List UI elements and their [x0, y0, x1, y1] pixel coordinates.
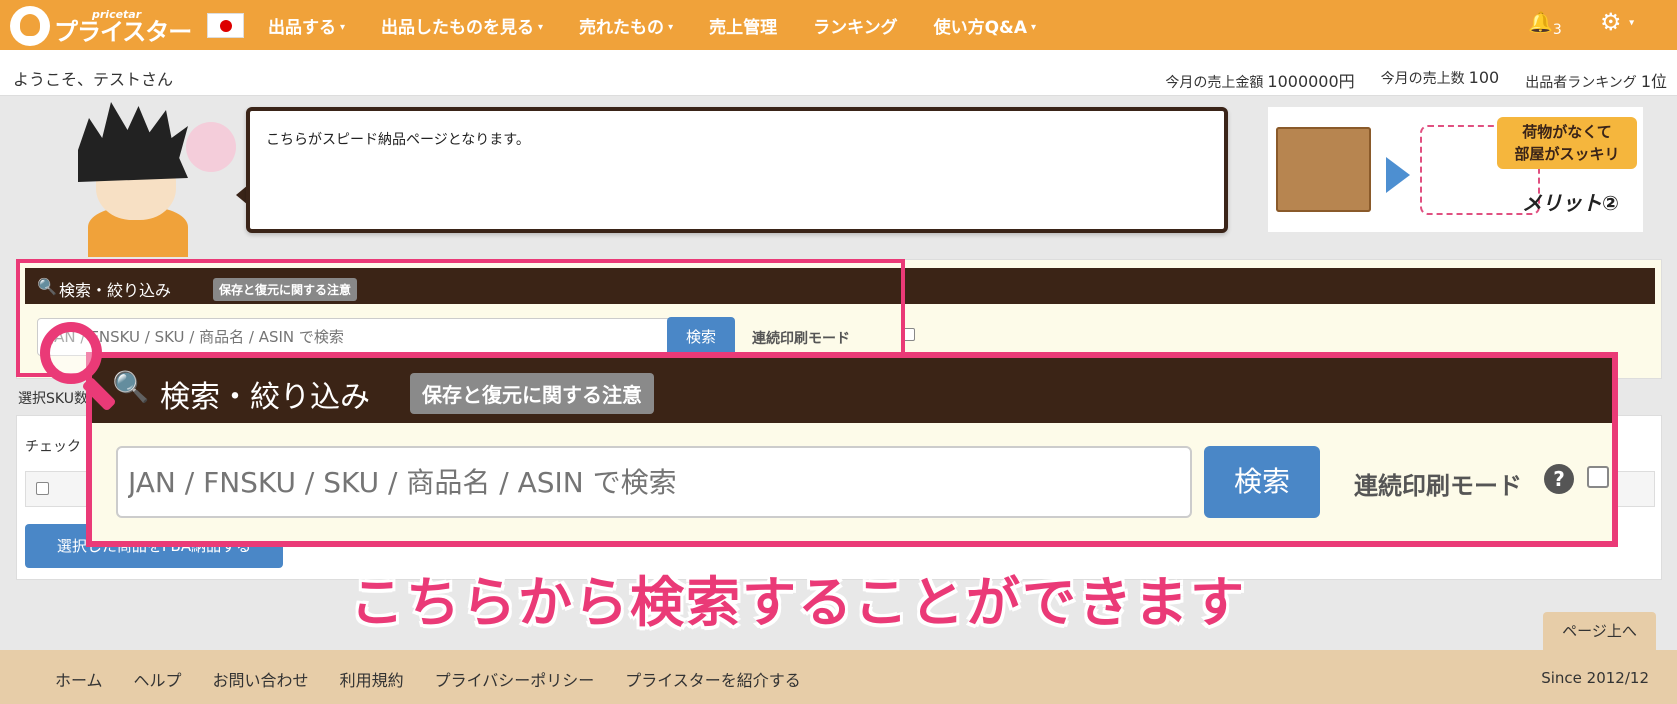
mascot-illustration [58, 102, 238, 257]
bell-icon: 🔔 [1528, 10, 1553, 34]
nav-item-ranking[interactable]: ランキング [813, 13, 898, 38]
help-icon: ? [1544, 464, 1574, 494]
mascot-hair [78, 102, 188, 182]
nav-item-view-listings[interactable]: 出品したものを見る ▾ [381, 13, 543, 38]
zoom-search-button: 検索 [1204, 446, 1320, 518]
instruction-caption: こちらから検索することができます [350, 571, 1246, 634]
nav-item-sales[interactable]: 売上管理 [709, 13, 777, 38]
cardboard-boxes-icon [1276, 127, 1371, 212]
check-label: チェック [25, 439, 81, 455]
banner-merit-label: メリット② [1522, 191, 1619, 215]
japan-flag-icon[interactable] [207, 13, 244, 38]
pricetar-logo[interactable]: pricetar プライスター [10, 4, 196, 48]
notification-count: 3 [1552, 22, 1562, 38]
zoom-badge: 保存と復元に関する注意 [410, 373, 654, 414]
speech-bubble: こちらがスピード納品ページとなります。 [246, 107, 1228, 233]
chevron-down-icon: ▾ [538, 22, 544, 33]
zoomed-search-callout: 🔍 検索・絞り込み 保存と復元に関する注意 検索 連続印刷モード ? [86, 352, 1618, 547]
arrow-right-icon [1386, 157, 1410, 193]
seller-ranking: 出品者ランキング 1位 [1525, 72, 1667, 91]
monthly-sales-count: 今月の売上数 100 [1380, 68, 1500, 87]
settings-menu[interactable]: ⚙ ▾ [1600, 8, 1634, 36]
chevron-down-icon: ▾ [668, 22, 674, 33]
nav-menu: 出品する ▾ 出品したものを見る ▾ 売れたもの ▾ 売上管理 ランキング 使い方Q&… [268, 0, 1072, 50]
merit-banner[interactable]: 荷物がなくて 部屋がスッキリ メリット② [1268, 107, 1643, 232]
monthly-sales-amount: 今月の売上金額 1000000円 [1165, 72, 1355, 91]
nav-item-listing[interactable]: 出品する ▾ [268, 13, 345, 38]
footer-link-help[interactable]: ヘルプ [134, 667, 182, 691]
footer-link-terms[interactable]: 利用規約 [340, 667, 404, 691]
zoom-title: 検索・絞り込み [160, 380, 370, 415]
page-top-button[interactable]: ページ上へ [1543, 612, 1656, 650]
zoom-header: 🔍 検索・絞り込み 保存と復元に関する注意 [92, 358, 1612, 423]
speech-bubble-text: こちらがスピード納品ページとなります。 [266, 132, 530, 148]
logo-mascot-icon [10, 6, 50, 46]
footer-since: Since 2012/12 [1541, 669, 1649, 687]
chevron-down-icon: ▾ [1629, 17, 1635, 29]
zoom-checkbox [1587, 466, 1609, 488]
flower-decoration [186, 122, 236, 172]
footer-link-refer[interactable]: プライスターを紹介する [625, 667, 801, 691]
footer-links: ホーム ヘルプ お問い合わせ 利用規約 プライバシーポリシー プライスターを紹介… [55, 667, 832, 691]
footer-link-privacy[interactable]: プライバシーポリシー [435, 667, 595, 691]
welcome-bar: ようこそ、テストさん 今月の売上金額 1000000円 今月の売上数 100 出品者… [0, 50, 1677, 96]
chevron-down-icon: ▾ [1031, 22, 1037, 33]
top-navbar: pricetar プライスター 出品する ▾ 出品したものを見る ▾ 売れたもの ▾ … [0, 0, 1677, 50]
stats-summary: 今月の売上金額 1000000円 今月の売上数 100 出品者ランキング 1位 [1139, 68, 1667, 92]
footer: ホーム ヘルプ お問い合わせ 利用規約 プライバシーポリシー プライスターを紹介… [0, 650, 1677, 704]
footer-link-home[interactable]: ホーム [55, 667, 103, 691]
zoom-search-input [116, 446, 1192, 518]
notification-bell[interactable]: 🔔3 [1528, 10, 1562, 38]
chevron-down-icon: ▾ [340, 22, 346, 33]
logo-big-text: プライスター [54, 17, 192, 46]
footer-link-contact[interactable]: お問い合わせ [213, 667, 309, 691]
welcome-greeting: ようこそ、テストさん [13, 70, 174, 89]
select-all-checkbox[interactable] [36, 482, 49, 495]
zoom-mode-label: 連続印刷モード [1354, 472, 1522, 500]
magnifier-icon [40, 322, 124, 412]
banner-tag: 荷物がなくて 部屋がスッキリ [1497, 117, 1637, 169]
gear-icon: ⚙ [1600, 8, 1622, 36]
nav-item-sold[interactable]: 売れたもの ▾ [579, 13, 673, 38]
nav-item-qa[interactable]: 使い方Q&A ▾ [934, 13, 1036, 38]
